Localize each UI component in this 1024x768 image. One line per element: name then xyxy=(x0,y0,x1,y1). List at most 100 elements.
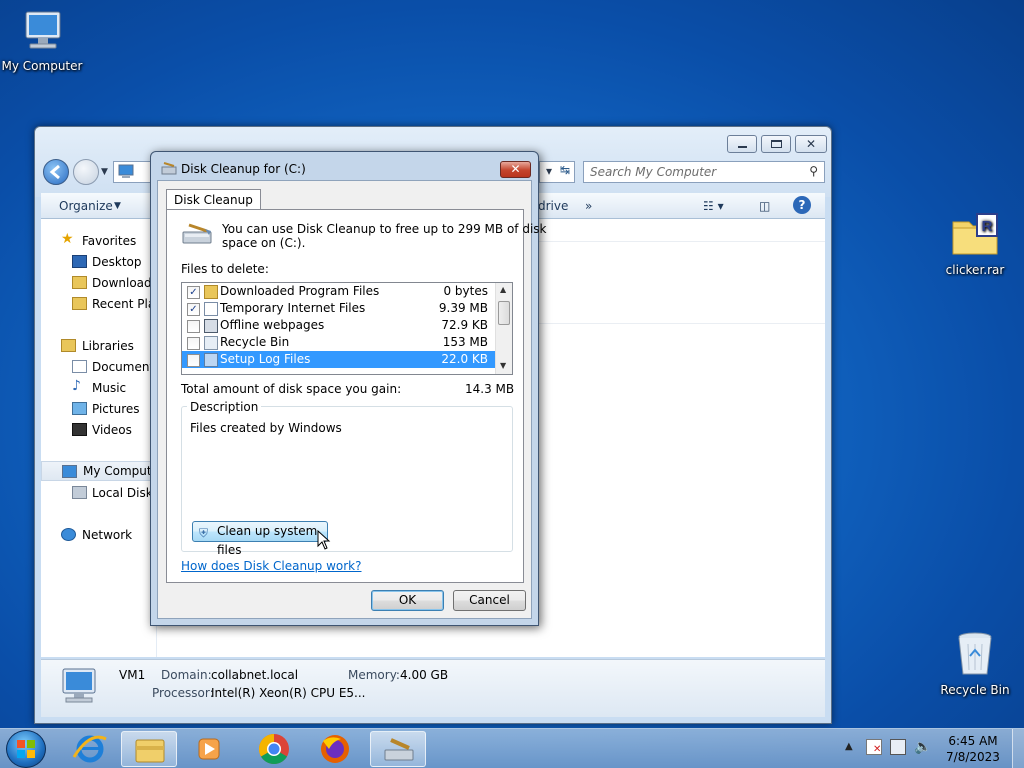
list-item[interactable]: Offline webpages 72.9 KB xyxy=(182,317,496,334)
scroll-down-icon[interactable]: ▼ xyxy=(500,361,506,370)
taskbar-disk-cleanup[interactable] xyxy=(370,731,426,767)
svg-text:R: R xyxy=(982,218,993,235)
description-label: Description xyxy=(187,400,262,414)
search-placeholder: Search My Computer xyxy=(590,165,717,179)
arrow-left-icon xyxy=(49,164,60,180)
help-link[interactable]: How does Disk Cleanup work? xyxy=(181,559,362,573)
divider xyxy=(537,323,825,324)
list-scrollbar[interactable]: ▲ ▼ xyxy=(495,283,512,374)
list-item-selected[interactable]: Setup Log Files 22.0 KB xyxy=(182,351,496,368)
desktop-icon-recycle-bin[interactable]: Recycle Bin xyxy=(933,630,1017,697)
checkbox-checked[interactable]: ✓ xyxy=(187,286,200,299)
minimize-button[interactable] xyxy=(727,135,757,153)
libraries-icon xyxy=(61,339,76,352)
system-clock[interactable]: 6:45 AM 7/8/2023 xyxy=(940,733,1006,765)
recycle-bin-icon xyxy=(958,632,992,675)
desktop-icon-label: My Computer xyxy=(1,59,83,73)
files-list[interactable]: ✓ Downloaded Program Files 0 bytes ✓ Tem… xyxy=(181,282,513,375)
refresh-icon: ↹ xyxy=(560,163,571,177)
taskbar-chrome[interactable] xyxy=(246,731,302,767)
map-drive-button[interactable]: drive xyxy=(538,199,568,213)
dialog-title: Disk Cleanup for (C:) xyxy=(181,162,306,176)
star-icon: ★ xyxy=(61,231,74,247)
close-button[interactable]: ✕ xyxy=(795,135,827,153)
disk-cleanup-icon xyxy=(182,223,212,244)
disk-cleanup-dialog: Disk Cleanup for (C:) ✕ Disk Cleanup You… xyxy=(150,151,547,626)
computer-icon xyxy=(62,465,77,478)
firefox-icon xyxy=(321,735,349,763)
recent-pages-icon[interactable]: ▼ xyxy=(101,167,108,177)
desktop-icon-clicker-rar[interactable]: R clicker.rar xyxy=(933,212,1017,277)
memory-value: 4.00 GB xyxy=(400,668,449,682)
archive-icon: R xyxy=(952,213,998,255)
downloads-folder-icon xyxy=(72,276,87,289)
tab-disk-cleanup[interactable]: Disk Cleanup xyxy=(166,189,261,210)
organize-menu[interactable]: Organize xyxy=(59,199,113,213)
help-icon[interactable]: ? xyxy=(793,196,811,214)
documents-icon xyxy=(72,360,87,373)
processor-value: Intel(R) Xeon(R) CPU E5... xyxy=(211,686,366,700)
taskbar-internet-explorer[interactable] xyxy=(62,731,118,767)
start-button[interactable] xyxy=(6,730,46,768)
volume-muted-icon[interactable]: 🔈 xyxy=(914,739,931,755)
taskbar-windows-explorer[interactable] xyxy=(121,731,177,767)
checkbox-checked[interactable]: ✓ xyxy=(187,303,200,316)
search-input[interactable]: Search My Computer ⚲ xyxy=(583,161,825,183)
disk-cleanup-icon xyxy=(161,162,177,175)
list-item[interactable]: Recycle Bin 153 MB xyxy=(182,334,496,351)
chevron-down-icon: ▾ xyxy=(546,164,553,178)
dialog-body: Disk Cleanup You can use Disk Cleanup to… xyxy=(157,180,547,619)
processor-label: Processor: xyxy=(152,686,214,700)
back-button[interactable] xyxy=(43,159,69,185)
refresh-button[interactable]: ▾ ↹ xyxy=(539,161,575,183)
internet-explorer-icon xyxy=(72,735,107,763)
forward-button[interactable] xyxy=(73,159,99,185)
checkbox[interactable] xyxy=(187,320,200,333)
scroll-up-icon[interactable]: ▲ xyxy=(500,285,506,294)
computer-icon xyxy=(62,668,96,703)
domain-label: Domain: xyxy=(161,668,212,682)
checkbox[interactable] xyxy=(187,337,200,350)
domain-value: collabnet.local xyxy=(211,668,299,682)
divider xyxy=(537,241,825,242)
taskbar: ▲ ✕ 🔈 6:45 AM 7/8/2023 xyxy=(0,728,1024,768)
network-icon xyxy=(61,528,76,541)
taskbar-media-player[interactable] xyxy=(181,731,237,767)
scroll-thumb[interactable] xyxy=(498,301,510,325)
action-center-flag-icon[interactable]: ✕ xyxy=(866,739,882,755)
desktop-icon-label: clicker.rar xyxy=(945,263,1005,277)
view-options-icon[interactable]: ☷ ▾ xyxy=(703,199,724,213)
address-bar[interactable] xyxy=(113,161,153,183)
chrome-icon xyxy=(258,734,289,765)
show-hidden-icons-icon[interactable]: ▲ xyxy=(845,741,853,752)
description-text: Files created by Windows xyxy=(190,421,342,435)
nav-my-computer[interactable]: My Compute xyxy=(41,461,156,481)
total-gain-value: 14.3 MB xyxy=(465,382,515,396)
recycle-bin-icon xyxy=(204,336,218,350)
folder-icon xyxy=(135,739,165,763)
offline-webpages-icon xyxy=(204,319,218,333)
clean-up-system-files-button[interactable]: ⛨ Clean up system files xyxy=(192,521,328,557)
windows-logo-icon xyxy=(17,740,35,758)
clock-time: 6:45 AM xyxy=(948,734,998,748)
maximize-button[interactable] xyxy=(761,135,791,153)
computer-icon xyxy=(118,164,134,178)
list-item[interactable]: ✓ Temporary Internet Files 9.39 MB xyxy=(182,300,496,317)
computer-icon xyxy=(25,11,61,49)
checkbox[interactable] xyxy=(187,354,200,367)
clock-date: 7/8/2023 xyxy=(946,750,1000,764)
dialog-close-button[interactable]: ✕ xyxy=(500,161,531,178)
taskbar-firefox[interactable] xyxy=(307,731,363,767)
tab-page: You can use Disk Cleanup to free up to 2… xyxy=(166,209,547,583)
network-status-icon[interactable] xyxy=(890,739,906,755)
computer-name: VM1 xyxy=(119,668,146,682)
cancel-button[interactable]: Cancel xyxy=(453,590,526,611)
ok-button[interactable]: OK xyxy=(371,590,444,611)
more-commands-button[interactable]: » xyxy=(585,199,592,213)
list-item[interactable]: ✓ Downloaded Program Files 0 bytes xyxy=(182,283,496,300)
desktop-icon-my-computer[interactable]: My Computer xyxy=(0,8,84,73)
show-desktop-button[interactable] xyxy=(1012,729,1024,768)
preview-pane-icon[interactable]: ◫ xyxy=(759,199,770,213)
folder-icon xyxy=(204,285,218,299)
files-to-delete-label: Files to delete: xyxy=(181,262,269,276)
